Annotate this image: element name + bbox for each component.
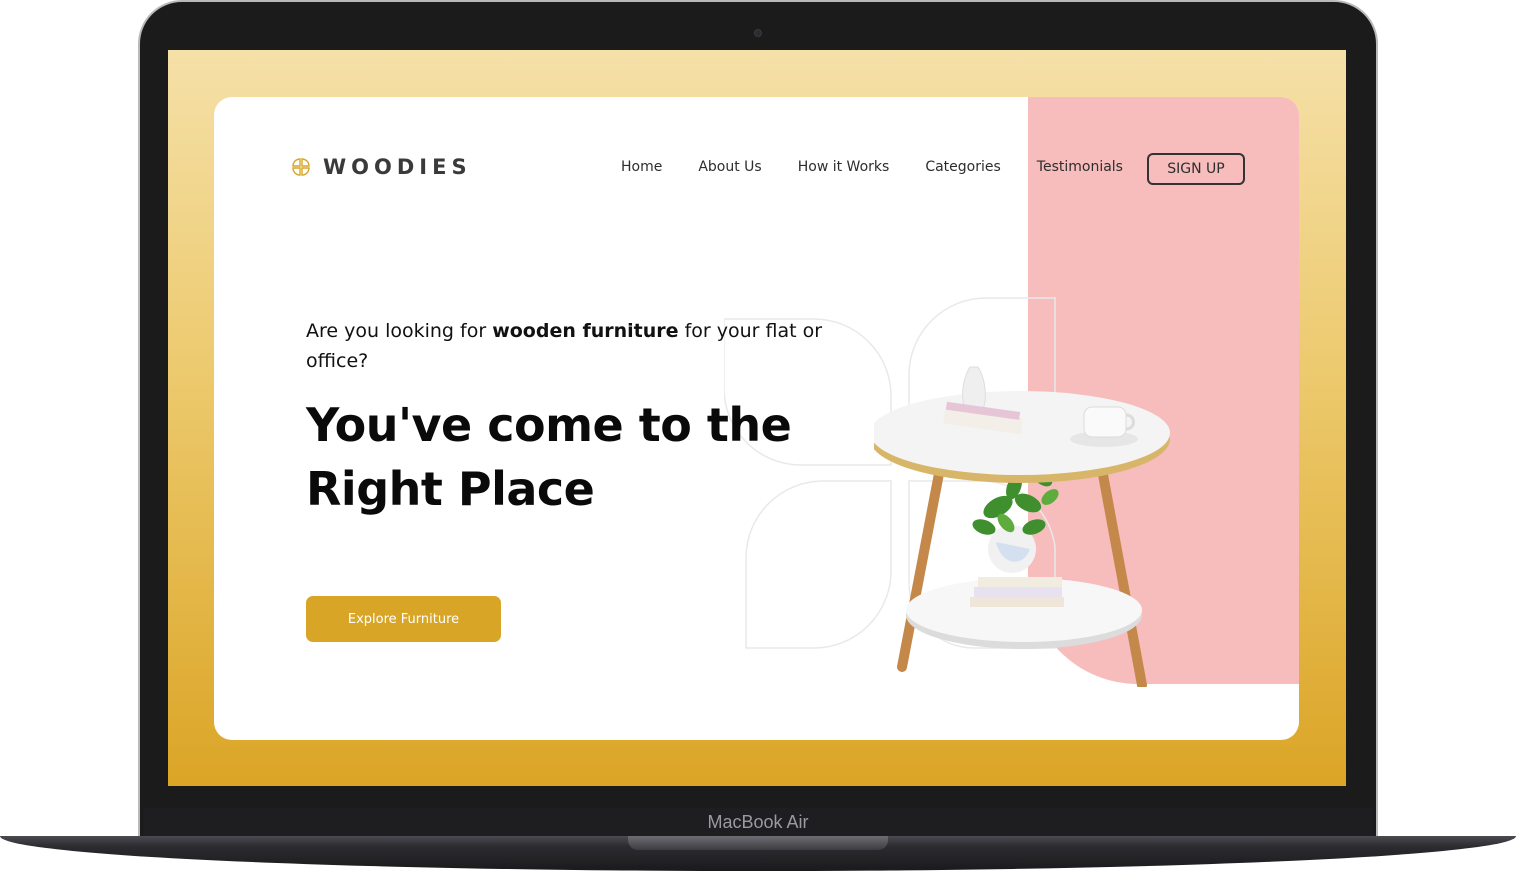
brand-logo[interactable]: WOODIES bbox=[287, 153, 472, 181]
nav-how-it-works[interactable]: How it Works bbox=[798, 159, 890, 175]
explore-furniture-button[interactable]: Explore Furniture bbox=[306, 596, 501, 642]
logo-flower-icon bbox=[292, 158, 310, 176]
side-table-image bbox=[874, 366, 1170, 687]
main-nav: Home About Us How it Works Categories Te… bbox=[621, 159, 1123, 175]
laptop-chin: MacBook Air bbox=[143, 808, 1373, 838]
hero-headline-line2: Right Place bbox=[306, 462, 595, 516]
nav-home[interactable]: Home bbox=[621, 159, 662, 175]
website-card: WOODIES Home About Us How it Works Categ… bbox=[214, 97, 1299, 740]
hero-lead-prefix: Are you looking for bbox=[306, 320, 493, 342]
laptop-screen: WOODIES Home About Us How it Works Categ… bbox=[168, 50, 1346, 786]
brand-name: WOODIES bbox=[323, 155, 472, 179]
hero-headline: You've come to the Right Place bbox=[306, 393, 826, 521]
hero-lead: Are you looking for wooden furniture for… bbox=[306, 316, 826, 376]
hero-headline-line1: You've come to the bbox=[306, 398, 792, 452]
device-label: MacBook Air bbox=[707, 812, 809, 832]
nav-testimonials[interactable]: Testimonials bbox=[1037, 159, 1123, 175]
hero-lead-bold: wooden furniture bbox=[492, 320, 679, 342]
nav-categories[interactable]: Categories bbox=[925, 159, 1000, 175]
laptop-hinge-notch bbox=[628, 836, 888, 850]
nav-about-us[interactable]: About Us bbox=[698, 159, 761, 175]
signup-button[interactable]: SIGN UP bbox=[1147, 153, 1245, 185]
camera-icon bbox=[754, 29, 762, 37]
